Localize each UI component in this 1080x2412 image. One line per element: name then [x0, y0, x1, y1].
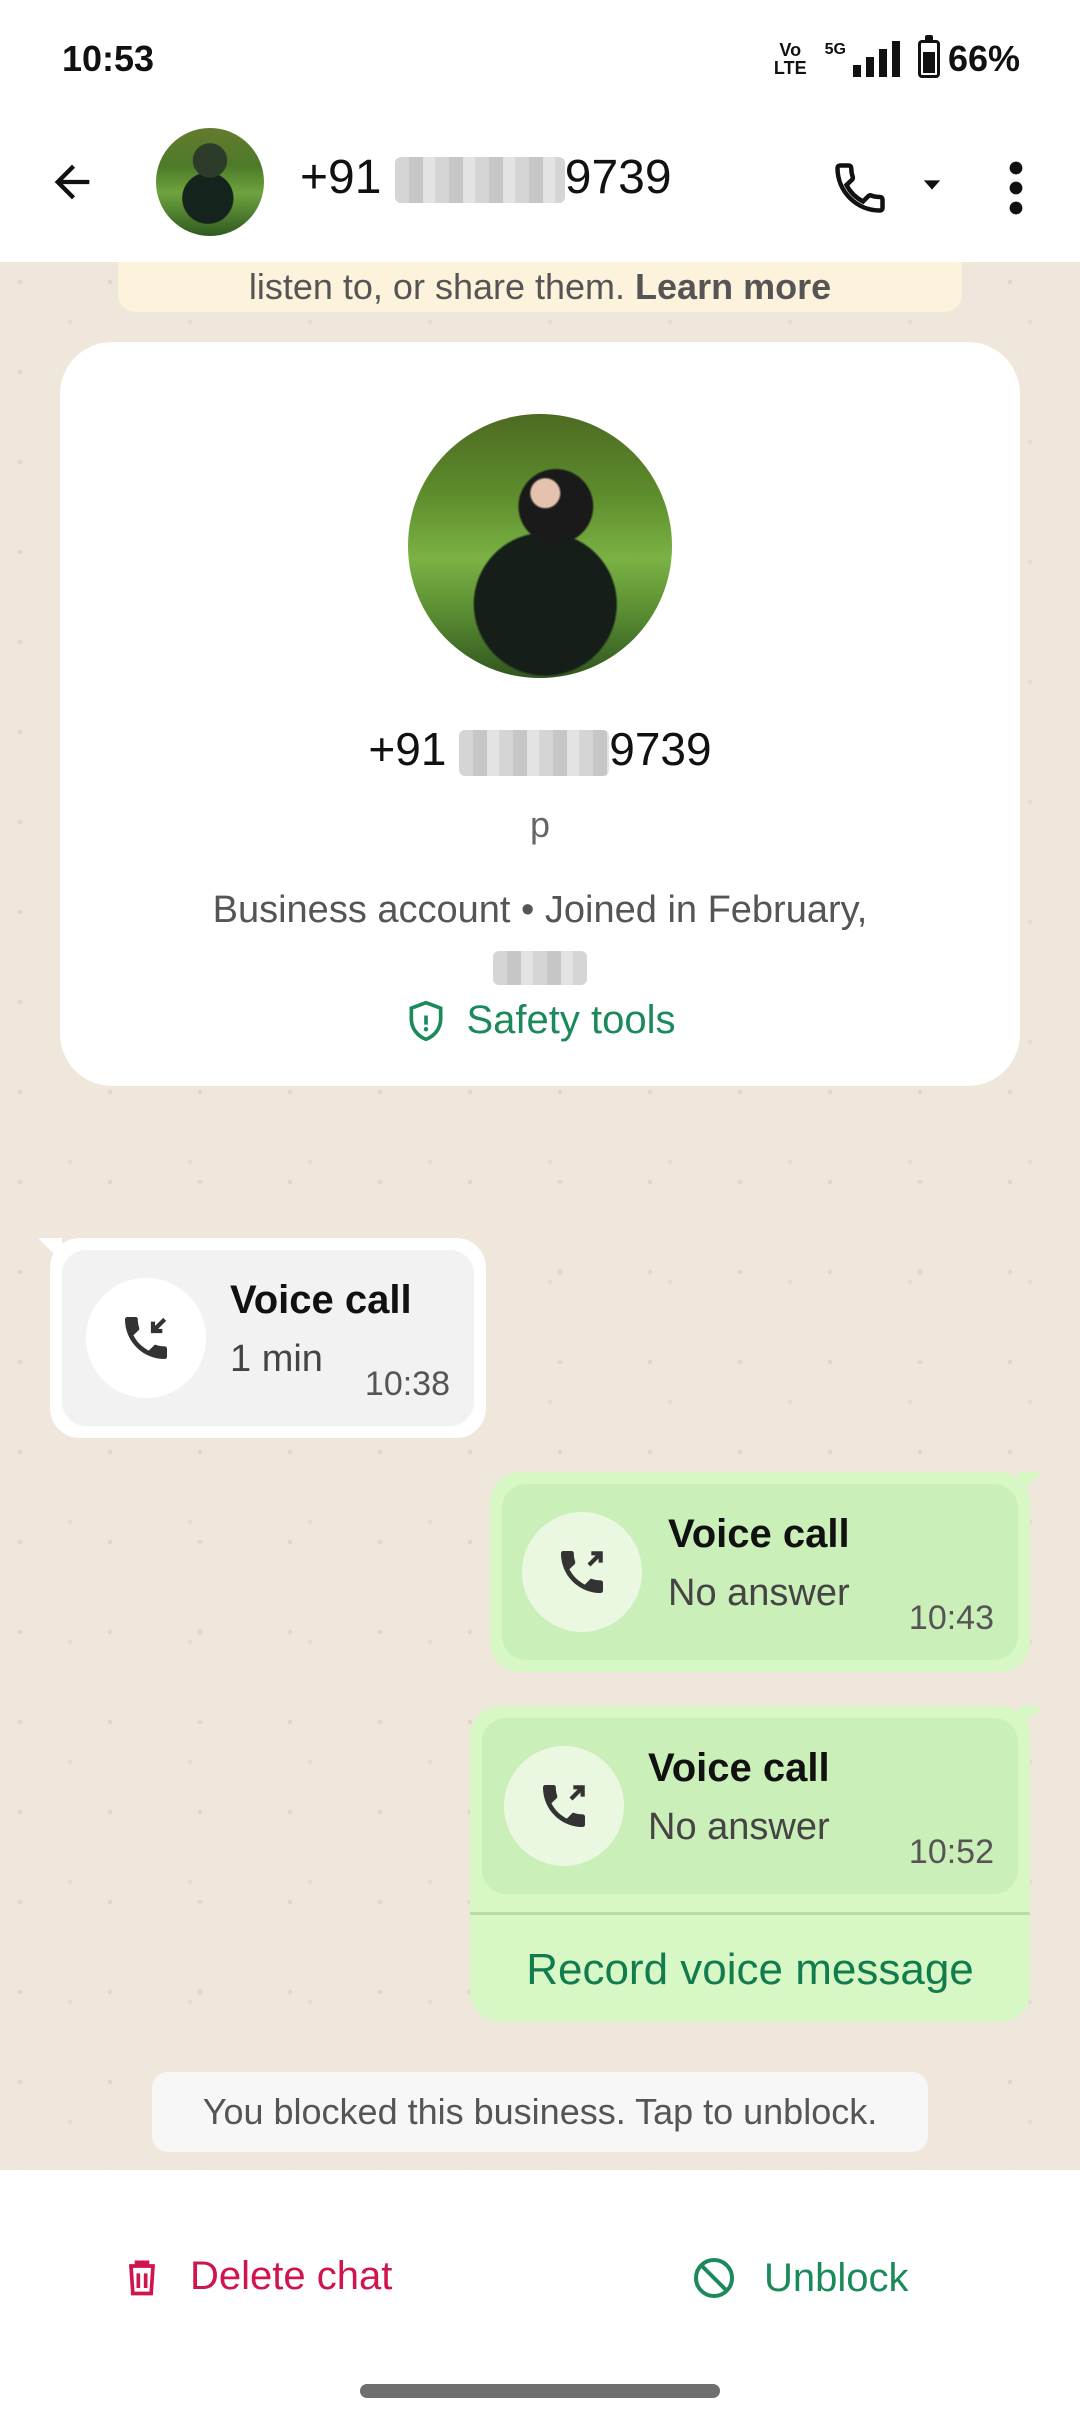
volte-bottom: LTE — [773, 58, 807, 78]
battery-icon — [917, 35, 940, 78]
back-button[interactable] — [40, 150, 104, 214]
call-icon-circle — [504, 1746, 624, 1866]
outgoing-call-icon — [561, 1551, 603, 1593]
learn-more-link[interactable]: Learn more — [635, 266, 831, 307]
contact-avatar[interactable] — [156, 128, 264, 236]
call-title: Voice call — [668, 1512, 850, 1556]
battery-indicator: 66% — [917, 35, 1020, 80]
trash-icon — [129, 2260, 155, 2295]
call-time: 10:52 — [908, 1833, 994, 1871]
call-icon-circle — [86, 1278, 206, 1398]
signal-icon: 5G — [825, 41, 900, 77]
call-card: Voice call No answer 10:43 — [502, 1484, 1018, 1660]
call-card: Voice call No answer 10:52 — [482, 1718, 1018, 1894]
battery-percent: 66% — [947, 38, 1020, 79]
more-options-button[interactable] — [992, 148, 1040, 228]
safety-tools-label: Safety tools — [466, 998, 676, 1042]
call-card: Voice call 1 min 10:38 — [62, 1250, 474, 1426]
safety-tools-button[interactable]: Safety tools — [60, 998, 1020, 1043]
encryption-text: listen to, or share them. — [248, 266, 626, 307]
bubble-tail — [1018, 1472, 1042, 1496]
voice-call-button[interactable] — [820, 148, 900, 228]
profile-meta: Business account • Joined in February, — [120, 882, 960, 994]
bubble-tail — [38, 1238, 62, 1262]
unblock-label: Unblock — [764, 2255, 909, 2300]
status-icons: Vo LTE 5G 66% — [774, 35, 1020, 80]
meta-separator: • — [521, 889, 535, 931]
call-icon-circle — [522, 1512, 642, 1632]
call-status: No answer — [668, 1572, 850, 1614]
call-time: 10:43 — [908, 1599, 994, 1637]
header-phone-suffix: 9739 — [564, 151, 672, 204]
profile-phone-suffix: 9739 — [609, 723, 712, 775]
call-message-incoming[interactable]: Voice call 1 min 10:38 — [38, 1238, 486, 1438]
chat-area: listen to, or share them. Learn more +91… — [0, 262, 1080, 2170]
status-time: 10:53 — [62, 38, 155, 79]
redacted-number — [394, 157, 565, 204]
call-title: Voice call — [648, 1746, 830, 1790]
call-status: No answer — [648, 1806, 830, 1848]
status-bar: 10:53 Vo LTE 5G 66% — [0, 0, 1080, 120]
delete-chat-label: Delete chat — [190, 2254, 393, 2298]
redacted-number — [459, 729, 610, 776]
contact-info-card: +91 9739 p Business account • Joined in … — [60, 342, 1020, 1086]
call-options-dropdown[interactable] — [912, 165, 952, 205]
phone-icon — [835, 163, 885, 213]
shield-icon — [409, 1000, 443, 1041]
incoming-call-icon — [125, 1317, 167, 1359]
blocked-notice[interactable]: You blocked this business. Tap to unbloc… — [152, 2072, 928, 2152]
call-duration: 1 min — [230, 1338, 323, 1380]
profile-photo[interactable] — [408, 414, 672, 678]
more-vertical-icon — [1009, 161, 1023, 215]
unblock-button[interactable]: Unblock — [690, 2254, 909, 2302]
blocked-actions-bar: Delete chat Unblock — [0, 2170, 1080, 2412]
profile-phone-prefix: +91 — [368, 723, 447, 775]
caret-down-icon — [923, 180, 941, 190]
call-message-outgoing[interactable]: Voice call No answer 10:52 Record voice … — [470, 1706, 1042, 2025]
arrow-left-icon — [54, 164, 90, 200]
profile-name: p — [529, 804, 551, 845]
bubble-tail — [1018, 1706, 1042, 1730]
encryption-notice[interactable]: listen to, or share them. Learn more — [118, 262, 962, 312]
network-gen: 5G — [824, 41, 846, 58]
volte-indicator: Vo LTE — [774, 41, 807, 77]
volte-top: Vo — [779, 40, 802, 60]
record-voice-message-button[interactable]: Record voice message — [470, 1912, 1030, 2025]
joined-date: Joined in February, — [544, 889, 868, 931]
call-message-outgoing[interactable]: Voice call No answer 10:43 — [490, 1472, 1042, 1672]
profile-phone: +91 9739 — [60, 722, 1020, 776]
gesture-navigation-bar[interactable] — [360, 2384, 720, 2398]
redacted-year — [493, 950, 587, 985]
header-phone-prefix: +91 — [300, 151, 382, 204]
chat-header: +91 9739 — [0, 120, 1080, 263]
block-icon — [694, 2258, 734, 2298]
contact-title[interactable]: +91 9739 — [300, 150, 672, 205]
call-time: 10:38 — [364, 1365, 450, 1403]
account-type: Business account — [212, 889, 511, 931]
outgoing-call-icon — [543, 1785, 585, 1827]
call-title: Voice call — [230, 1278, 412, 1322]
delete-chat-button[interactable]: Delete chat — [120, 2254, 392, 2299]
